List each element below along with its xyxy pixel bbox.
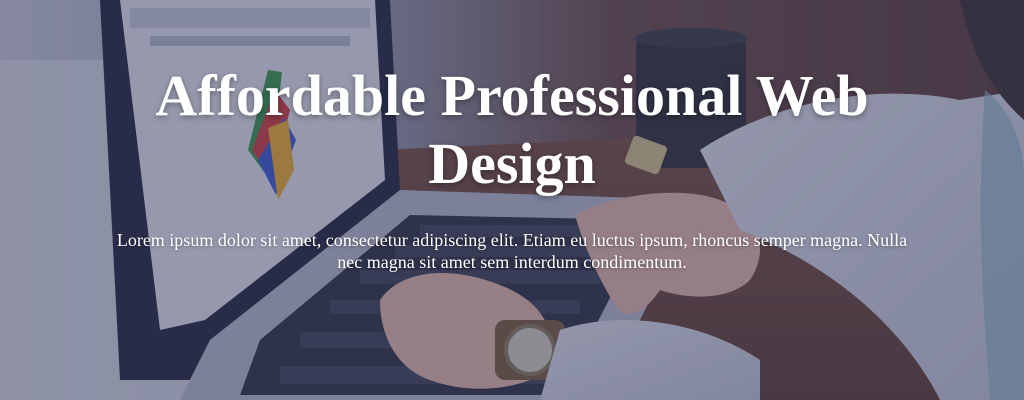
hero-content: Affordable Professional Web Design Lorem… bbox=[0, 0, 1024, 400]
hero-section: Affordable Professional Web Design Lorem… bbox=[0, 0, 1024, 400]
hero-subtitle: Lorem ipsum dolor sit amet, consectetur … bbox=[116, 230, 908, 272]
hero-title: Affordable Professional Web Design bbox=[155, 63, 869, 196]
